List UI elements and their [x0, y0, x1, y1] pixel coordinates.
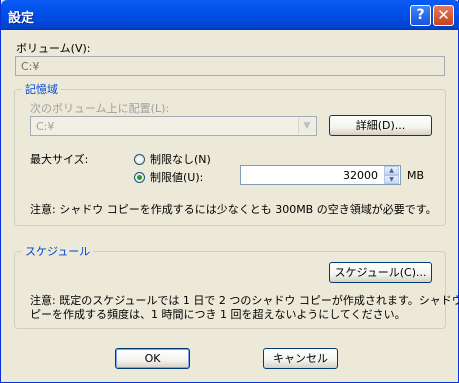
storage-note: 注意: シャドウ コピーを作成するには少なくとも 300MB の空き領域が必要で…: [30, 203, 437, 216]
spin-down-icon[interactable]: ▼: [384, 175, 399, 184]
limit-value-input[interactable]: 32000: [240, 165, 401, 185]
spin-up-icon[interactable]: ▲: [384, 166, 399, 175]
storage-group-title: 記憶域: [22, 81, 61, 97]
limit-radio[interactable]: [134, 172, 145, 183]
settings-dialog: 設定 ? ✕ ボリューム(V): C:¥ 記憶域 次のボリューム上に配置(L):…: [0, 0, 459, 383]
ok-button[interactable]: OK: [115, 348, 190, 369]
help-icon: ?: [416, 7, 425, 23]
unit-label: MB: [407, 169, 425, 182]
schedule-note-line2: ピーを作成する頻度は、1 時間につき 1 回を超えないようにしてください。: [30, 308, 406, 321]
volume-label: ボリューム(V):: [16, 42, 91, 55]
location-value: C:¥: [36, 120, 55, 133]
unlimited-radio[interactable]: [134, 154, 145, 165]
chevron-down-icon: ▼: [298, 118, 315, 134]
cancel-button[interactable]: キャンセル: [263, 348, 338, 369]
schedule-group-title: スケジュール: [22, 243, 94, 259]
max-size-label: 最大サイズ:: [30, 153, 89, 166]
limit-value: 32000: [343, 169, 378, 182]
close-button[interactable]: ✕: [433, 5, 454, 26]
details-button[interactable]: 詳細(D)...: [329, 115, 432, 136]
unlimited-label[interactable]: 制限なし(N): [150, 151, 211, 167]
window-title: 設定: [8, 11, 35, 26]
volume-value: C:¥: [21, 60, 40, 73]
volume-field: C:¥: [15, 56, 445, 76]
location-label: 次のボリューム上に配置(L):: [30, 102, 170, 115]
schedule-button[interactable]: スケジュール(C)...: [329, 262, 432, 283]
limit-label[interactable]: 制限値(U):: [150, 169, 203, 185]
title-bar[interactable]: 設定 ? ✕: [1, 0, 459, 30]
close-icon: ✕: [437, 6, 450, 24]
radio-selected-dot: [137, 175, 142, 180]
help-button[interactable]: ?: [410, 5, 431, 26]
location-combobox: C:¥ ▼: [30, 116, 317, 136]
